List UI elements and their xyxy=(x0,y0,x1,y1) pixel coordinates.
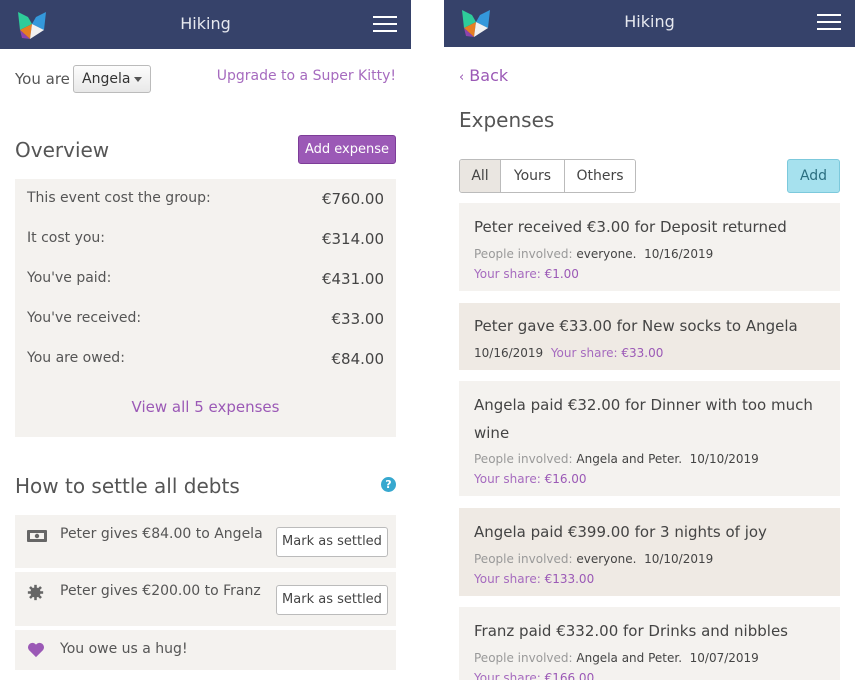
top-navbar: Hiking xyxy=(0,0,411,49)
expense-share: Your share: €166.00 xyxy=(474,671,594,680)
people-label: People involved: xyxy=(474,552,573,566)
expense-date: 10/10/2019 xyxy=(644,552,714,566)
share-value: €33.00 xyxy=(621,346,664,360)
hamburger-menu-icon[interactable] xyxy=(817,14,841,30)
share-label: Your share: xyxy=(474,572,541,586)
user-select[interactable]: Angela xyxy=(73,65,151,93)
summary-value: €760.00 xyxy=(321,190,384,208)
settlement-text: Peter gives €200.00 to Franz xyxy=(60,583,261,599)
expense-card[interactable]: Angela paid €32.00 for Dinner with too m… xyxy=(459,381,840,496)
help-icon[interactable]: ? xyxy=(381,477,396,492)
summary-value: €314.00 xyxy=(321,230,384,248)
overview-heading: Overview xyxy=(15,138,110,162)
user-select-value: Angela xyxy=(82,71,131,87)
summary-label: This event cost the group: xyxy=(27,190,211,206)
people-value: everyone. xyxy=(576,247,637,261)
expense-share: Your share: €33.00 xyxy=(551,346,664,360)
hug-row: You owe us a hug! xyxy=(15,630,396,670)
expense-share: Your share: €133.00 xyxy=(474,572,594,586)
people-label: People involved: xyxy=(474,247,573,261)
summary-label: You are owed: xyxy=(27,350,125,366)
share-value: €133.00 xyxy=(544,572,595,586)
summary-row: This event cost the group: €760.00 xyxy=(27,190,384,210)
add-expense-button[interactable]: Add expense xyxy=(298,135,396,164)
back-label: Back xyxy=(469,66,509,85)
summary-label: It cost you: xyxy=(27,230,106,246)
hug-text: You owe us a hug! xyxy=(60,641,188,657)
app-title: Hiking xyxy=(624,12,675,31)
share-label: Your share: xyxy=(550,346,618,360)
summary-row: You've received: €33.00 xyxy=(27,310,384,330)
expense-filter-group: All Yours Others xyxy=(459,159,636,193)
settlement-text: Peter gives €84.00 to Angela xyxy=(60,526,263,542)
caret-down-icon xyxy=(134,77,142,82)
chevron-left-icon: ‹ xyxy=(459,70,465,85)
share-label: Your share: xyxy=(474,267,541,281)
summary-value: €431.00 xyxy=(321,270,384,288)
summary-value: €84.00 xyxy=(331,350,385,368)
expense-share: Your share: €16.00 xyxy=(474,472,587,486)
expenses-screen: Hiking ‹ Back Expenses All Yours Others … xyxy=(444,0,855,680)
app-title: Hiking xyxy=(180,14,231,33)
hamburger-menu-icon[interactable] xyxy=(373,16,397,32)
share-label: Your share: xyxy=(474,671,541,680)
overview-screen: Hiking You are Angela Upgrade to a Super… xyxy=(0,0,411,680)
filter-yours-button[interactable]: Yours xyxy=(501,160,565,192)
expense-date: 10/16/2019 xyxy=(644,247,714,261)
expense-meta: 10/16/2019 Your share: €33.00 xyxy=(474,346,663,360)
summary-row: You are owed: €84.00 xyxy=(27,350,384,370)
share-value: €1.00 xyxy=(544,267,579,281)
people-label: People involved: xyxy=(474,651,573,665)
people-value: Angela and Peter. xyxy=(576,651,683,665)
people-label: People involved: xyxy=(474,452,573,466)
people-value: everyone. xyxy=(576,552,637,566)
filter-all-button[interactable]: All xyxy=(460,160,501,192)
people-value: Angela and Peter. xyxy=(576,452,683,466)
upgrade-link[interactable]: Upgrade to a Super Kitty! xyxy=(217,68,396,84)
heart-icon xyxy=(28,642,44,658)
share-value: €16.00 xyxy=(544,472,587,486)
mark-as-settled-button[interactable]: Mark as settled xyxy=(276,585,388,615)
expense-title: Peter gave €33.00 for New socks to Angel… xyxy=(474,317,798,335)
expense-date: 10/16/2019 xyxy=(474,346,544,360)
summary-value: €33.00 xyxy=(331,310,385,328)
you-are-label: You are xyxy=(15,70,70,88)
back-link[interactable]: ‹ Back xyxy=(459,66,508,85)
filter-others-button[interactable]: Others xyxy=(565,160,635,192)
expense-meta: People involved: Angela and Peter. 10/10… xyxy=(474,452,759,466)
summary-row: It cost you: €314.00 xyxy=(27,230,384,250)
expense-card[interactable]: Angela paid €399.00 for 3 nights of joy … xyxy=(459,508,840,596)
expense-meta: People involved: Angela and Peter. 10/07… xyxy=(474,651,759,665)
summary-row: You've paid: €431.00 xyxy=(27,270,384,290)
view-all-expenses-link[interactable]: View all 5 expenses xyxy=(15,398,396,416)
overview-summary: This event cost the group: €760.00 It co… xyxy=(15,179,396,437)
expense-date: 10/07/2019 xyxy=(689,651,759,665)
settings-gear-icon xyxy=(27,584,44,601)
settlement-row: Peter gives €200.00 to Franz Mark as set… xyxy=(15,572,396,626)
expense-meta: People involved: everyone. 10/10/2019 xyxy=(474,552,713,566)
summary-label: You've paid: xyxy=(27,270,112,286)
expense-share: Your share: €1.00 xyxy=(474,267,579,281)
expense-card[interactable]: Peter gave €33.00 for New socks to Angel… xyxy=(459,303,840,370)
summary-label: You've received: xyxy=(27,310,142,326)
add-button[interactable]: Add xyxy=(787,159,840,193)
expense-title: Franz paid €332.00 for Drinks and nibble… xyxy=(474,622,788,640)
expense-date: 10/10/2019 xyxy=(689,452,759,466)
mark-as-settled-button[interactable]: Mark as settled xyxy=(276,527,388,557)
top-navbar: Hiking xyxy=(444,0,855,47)
settlement-row: Peter gives €84.00 to Angela Mark as set… xyxy=(15,515,396,568)
expense-title: Angela paid €399.00 for 3 nights of joy xyxy=(474,523,767,541)
settle-heading: How to settle all debts xyxy=(15,474,240,498)
expense-card[interactable]: Peter received €3.00 for Deposit returne… xyxy=(459,203,840,291)
share-value: €166.00 xyxy=(544,671,595,680)
expense-title: Peter received €3.00 for Deposit returne… xyxy=(474,218,787,236)
expense-title: Angela paid €32.00 for Dinner with too m… xyxy=(474,396,813,442)
expense-card[interactable]: Franz paid €332.00 for Drinks and nibble… xyxy=(459,607,840,680)
expense-meta: People involved: everyone. 10/16/2019 xyxy=(474,247,713,261)
money-icon xyxy=(27,530,47,542)
share-label: Your share: xyxy=(474,472,541,486)
expenses-heading: Expenses xyxy=(459,108,555,132)
